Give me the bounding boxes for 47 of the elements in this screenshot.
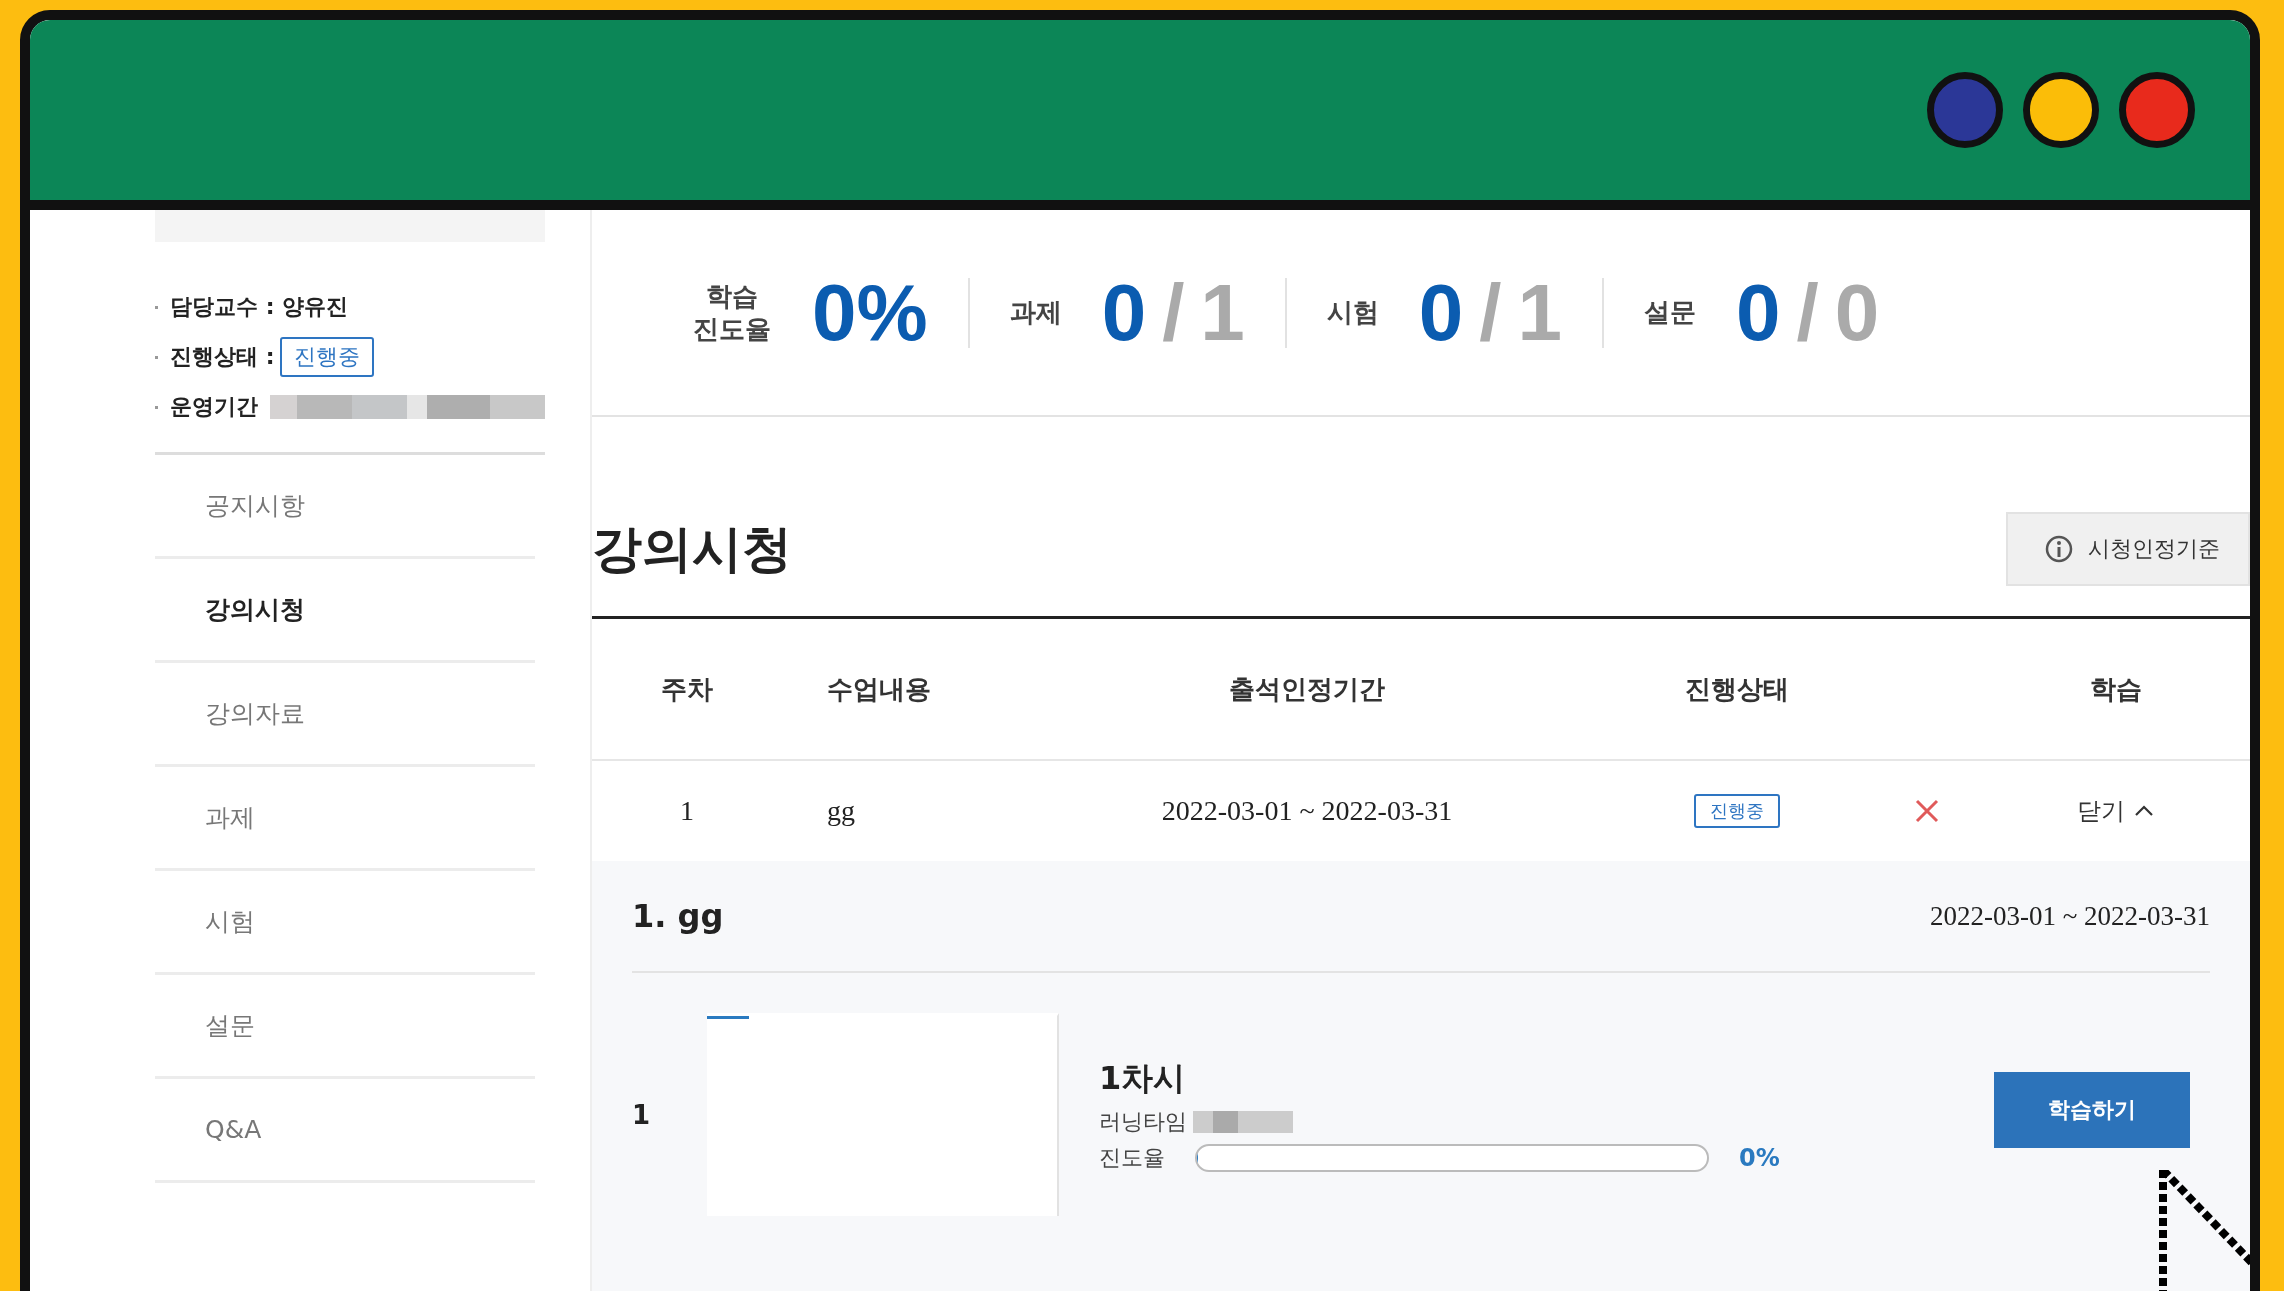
stat-separator: / — [1162, 266, 1185, 359]
table-cell: 1 — [680, 795, 694, 827]
lesson-number: 1 — [632, 1099, 652, 1130]
detail-title: 1. gg — [632, 897, 724, 935]
progress-label: 진도율 — [1099, 1143, 1165, 1172]
stat-separator: / — [1796, 266, 1819, 359]
column-header: 주차 — [660, 672, 714, 706]
lesson-title: 1차시 — [1099, 1057, 1187, 1099]
sidebar-item[interactable]: 공지시항 — [155, 455, 535, 559]
stat-label: 과제 — [1009, 296, 1062, 329]
detail-period: 2022-03-01 ~ 2022-03-31 — [1929, 900, 2210, 932]
period-label: 운영기간 — [169, 393, 258, 421]
stat-label: 시험 — [1326, 296, 1379, 329]
table-cell: gg — [827, 795, 855, 827]
progress-value: 0% — [1739, 1143, 1780, 1172]
sidebar-item[interactable]: 강의자료 — [155, 663, 535, 767]
runtime-label: 러닝타임 — [1099, 1107, 1187, 1136]
column-header: 학습 — [2089, 672, 2143, 706]
stat-done: 0 — [1101, 266, 1147, 359]
stat-done: 0 — [1736, 266, 1781, 359]
stat-total: 1 — [1200, 266, 1245, 359]
table-cell: 2022-03-01 ~ 2022-03-31 — [1161, 795, 1453, 827]
column-header: 수업내용 — [826, 672, 932, 706]
sidebar-item[interactable]: 시험 — [155, 871, 535, 975]
sidebar-item[interactable]: 과제 — [155, 767, 535, 871]
criteria-button[interactable]: 시청인정기준 — [2006, 512, 2250, 586]
status-label: 진행상태 : — [170, 343, 275, 371]
stat-done: 0 — [1418, 266, 1464, 359]
status-badge: 진행중 — [1694, 794, 1780, 828]
study-button[interactable]: 학습하기 — [1994, 1071, 2190, 1148]
column-header: 출석인정기간 — [1228, 672, 1386, 706]
collapse-toggle[interactable]: 닫기 — [2071, 794, 2161, 828]
column-header: 진행상태 — [1684, 672, 1790, 706]
sidebar-item[interactable]: Q&A — [155, 1079, 535, 1183]
info-icon — [2044, 534, 2074, 564]
professor-text: 담당교수 : 양유진 — [170, 293, 349, 321]
stat-value: 0% — [812, 266, 928, 359]
chevron-icon — [2133, 804, 2155, 818]
stat-total: 1 — [1517, 266, 1563, 359]
section-title: 강의시청 — [592, 518, 792, 580]
status-badge: 진행중 — [280, 337, 375, 377]
sidebar-item[interactable]: 강의시청 — [155, 559, 535, 663]
stat-label: 설문 — [1644, 296, 1697, 329]
stat-separator: / — [1479, 266, 1502, 359]
sidebar-item[interactable]: 설문 — [155, 975, 535, 1079]
stat-total: 0 — [1834, 266, 1880, 359]
stat-label: 학습 진도율 — [692, 280, 772, 345]
